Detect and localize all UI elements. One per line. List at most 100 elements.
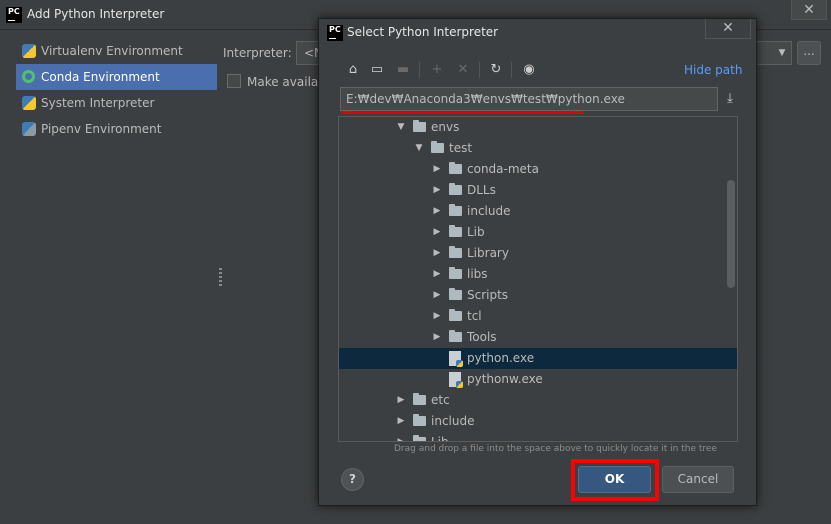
toolbar-separator	[479, 62, 480, 78]
tree-row-label: conda-meta	[467, 162, 539, 176]
chevron-right-icon[interactable]: ▶	[431, 222, 443, 243]
chevron-right-icon[interactable]: ▶	[395, 411, 407, 432]
pipenv-icon	[22, 122, 36, 136]
tree-row-label: include	[431, 414, 475, 428]
tree-row[interactable]: ▶ DLLs	[339, 180, 737, 201]
tree-row[interactable]: ▶ Lib	[339, 222, 737, 243]
env-item-label: System Interpreter	[41, 96, 155, 110]
env-item-label: Virtualenv Environment	[41, 44, 183, 58]
toolbar-separator	[419, 62, 420, 78]
chevron-down-icon[interactable]: ▼	[413, 138, 425, 159]
chevron-right-icon[interactable]: ▶	[395, 390, 407, 411]
env-item-virtualenv[interactable]: Virtualenv Environment	[16, 38, 217, 64]
chevron-right-icon[interactable]: ▶	[431, 327, 443, 348]
chevron-down-icon[interactable]: ▼	[772, 41, 792, 65]
chevron-right-icon[interactable]: ▶	[431, 201, 443, 222]
tree-row[interactable]: ▶ include	[339, 411, 737, 432]
hide-path-link[interactable]: Hide path	[684, 63, 742, 77]
browse-button[interactable]: ...	[797, 41, 821, 65]
cancel-button[interactable]: Cancel	[662, 466, 734, 493]
make-available-checkbox[interactable]	[227, 74, 241, 88]
outer-close-button[interactable]: ✕	[791, 0, 827, 20]
folder-icon	[449, 330, 462, 342]
chevron-right-icon[interactable]: ▶	[431, 159, 443, 180]
folder-icon	[413, 393, 426, 405]
tree-row-label: test	[449, 141, 473, 155]
toolbar-separator	[511, 62, 512, 78]
folder-icon	[449, 225, 462, 237]
chevron-down-icon[interactable]: ▼	[395, 117, 407, 138]
tree-row[interactable]: ▶ Library	[339, 243, 737, 264]
download-icon[interactable]: ⤓	[721, 89, 739, 109]
folder-icon	[449, 204, 462, 216]
dialog-title: Select Python Interpreter	[347, 25, 499, 39]
tree-row-label: Scripts	[467, 288, 509, 302]
tree-row-label: Tools	[467, 330, 497, 344]
refresh-icon[interactable]: ↻	[486, 59, 506, 81]
tree-row[interactable]: ▶ tcl	[339, 306, 737, 327]
new-folder-icon[interactable]: +	[427, 59, 447, 81]
tree-row[interactable]: ▶ conda-meta	[339, 159, 737, 180]
path-highlight-underline	[341, 111, 584, 114]
chevron-right-icon[interactable]: ▶	[431, 306, 443, 327]
path-input[interactable]: E:₩dev₩Anaconda3₩envs₩test₩python.exe	[340, 87, 718, 111]
tree-row-label: etc	[431, 393, 450, 407]
tree-row[interactable]: ▼ envs	[339, 117, 737, 138]
dialog-titlebar: PC Select Python Interpreter ✕	[319, 19, 756, 46]
env-item-pipenv[interactable]: Pipenv Environment	[16, 116, 217, 142]
project-folder-icon[interactable]: ▬	[393, 59, 413, 81]
tree-row-label: envs	[431, 120, 460, 134]
python-icon	[22, 44, 36, 58]
folder-icon	[431, 141, 444, 153]
tree-row-label: pythonw.exe	[467, 372, 543, 386]
tree-row[interactable]: pythonw.exe	[339, 369, 737, 390]
folder-icon	[413, 120, 426, 132]
python-icon	[22, 96, 36, 110]
folder-icon	[449, 162, 462, 174]
drag-drop-hint: Drag and drop a file into the space abov…	[394, 444, 717, 454]
home-icon[interactable]: ⌂	[343, 59, 363, 81]
folder-icon	[449, 246, 462, 258]
tree-row[interactable]: python.exe	[339, 348, 737, 369]
tree-row[interactable]: ▶ Tools	[339, 327, 737, 348]
tree-row-label: python.exe	[467, 351, 535, 365]
select-interpreter-dialog: PC Select Python Interpreter ✕ ⌂ ▭ ▬ + ✕…	[318, 18, 757, 506]
outer-window-title: Add Python Interpreter	[27, 7, 165, 21]
tree-scrollbar[interactable]	[727, 180, 735, 288]
help-button[interactable]: ?	[341, 468, 364, 491]
python-file-icon	[449, 372, 463, 388]
python-file-icon	[449, 351, 463, 367]
pycharm-logo-icon: PC	[327, 25, 343, 41]
delete-icon[interactable]: ✕	[453, 59, 473, 81]
folder-icon	[449, 309, 462, 321]
env-item-conda[interactable]: Conda Environment	[16, 64, 217, 90]
chevron-right-icon[interactable]: ▶	[431, 264, 443, 285]
tree-row[interactable]: ▶ etc	[339, 390, 737, 411]
tree-row[interactable]: ▼ test	[339, 138, 737, 159]
chevron-right-icon[interactable]: ▶	[431, 180, 443, 201]
desktop-icon[interactable]: ▭	[367, 59, 387, 81]
splitter-handle[interactable]	[219, 268, 222, 286]
chevron-right-icon[interactable]: ▶	[395, 432, 407, 441]
file-tree[interactable]: ▼ envs ▼ test ▶ conda-meta ▶ DLLs ▶ include ▶ Lib ▶ L…	[338, 116, 738, 442]
env-item-system[interactable]: System Interpreter	[16, 90, 217, 116]
tree-row-label: libs	[467, 267, 488, 281]
tree-row[interactable]: ▶ Lib	[339, 432, 737, 441]
tree-row[interactable]: ▶ libs	[339, 264, 737, 285]
tree-row[interactable]: ▶ Scripts	[339, 285, 737, 306]
env-item-label: Conda Environment	[41, 70, 160, 84]
dialog-close-button[interactable]: ✕	[705, 19, 751, 39]
chevron-right-icon[interactable]: ▶	[431, 285, 443, 306]
ok-button[interactable]: OK	[578, 466, 651, 493]
tree-row-label: Lib	[467, 225, 485, 239]
show-hidden-icon[interactable]: ◉	[519, 59, 539, 81]
environment-list: Virtualenv Environment Conda Environment…	[16, 38, 217, 142]
folder-icon	[413, 414, 426, 426]
interpreter-label: Interpreter:	[223, 46, 292, 60]
make-available-label: Make availab	[247, 75, 326, 89]
pycharm-logo-icon: PC	[6, 7, 22, 23]
chevron-right-icon[interactable]: ▶	[431, 243, 443, 264]
conda-icon	[22, 70, 35, 83]
folder-icon	[449, 267, 462, 279]
tree-row[interactable]: ▶ include	[339, 201, 737, 222]
